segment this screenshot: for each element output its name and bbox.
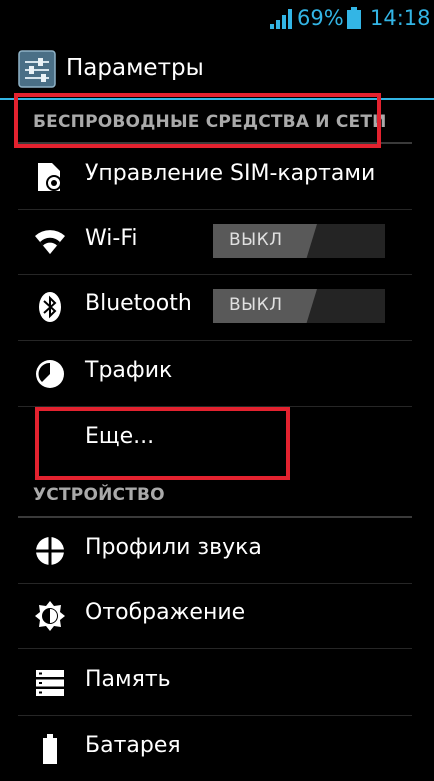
- list-item-sound-profiles[interactable]: Профили звука: [0, 519, 434, 583]
- battery-settings-icon: [43, 734, 57, 764]
- list-item-label: Трафик: [85, 358, 173, 383]
- list-item-display[interactable]: Отображение: [0, 584, 434, 648]
- list-divider: [18, 340, 412, 341]
- sound-profiles-icon: [36, 537, 64, 565]
- bluetooth-toggle[interactable]: ВЫКЛ: [213, 289, 385, 323]
- section-header-device: УСТРОЙСТВО: [33, 485, 165, 505]
- wifi-icon: [35, 230, 65, 254]
- status-bar: 69% 14:18: [0, 0, 434, 36]
- action-bar: Параметры: [0, 36, 434, 100]
- list-item-label: Bluetooth: [85, 291, 192, 316]
- list-item-label: Память: [85, 667, 171, 692]
- toggle-state-label: ВЫКЛ: [229, 230, 283, 250]
- list-item-battery[interactable]: Батарея: [0, 717, 434, 781]
- toggle-state-label: ВЫКЛ: [229, 295, 283, 315]
- page-title: Параметры: [66, 55, 204, 81]
- wifi-toggle[interactable]: ВЫКЛ: [213, 224, 385, 258]
- section-divider: [18, 516, 412, 518]
- list-item-label: Wi-Fi: [85, 226, 138, 251]
- list-item-data-usage[interactable]: Трафик: [0, 342, 434, 406]
- list-divider: [18, 715, 412, 716]
- bluetooth-icon: [39, 292, 61, 322]
- signal-icon: [270, 9, 292, 29]
- list-item-label: Управление SIM-картами: [85, 161, 376, 186]
- list-item-wifi[interactable]: Wi-Fi ВЫКЛ: [0, 210, 434, 274]
- data-usage-icon: [36, 360, 64, 388]
- list-item-label: Профили звука: [85, 535, 262, 560]
- battery-percentage: 69%: [297, 6, 344, 30]
- battery-icon: [347, 7, 361, 29]
- storage-icon: [36, 670, 64, 696]
- list-item-label: Батарея: [85, 733, 181, 758]
- list-item-bluetooth[interactable]: Bluetooth ВЫКЛ: [0, 275, 434, 339]
- list-item-label: Отображение: [85, 600, 246, 625]
- list-item-storage[interactable]: Память: [0, 651, 434, 715]
- settings-app-icon[interactable]: [18, 50, 56, 88]
- list-item-sim-management[interactable]: Управление SIM-картами: [0, 145, 434, 209]
- highlight-box-section-header: [14, 93, 381, 148]
- display-icon: [35, 601, 65, 631]
- highlight-box-more: [35, 407, 290, 480]
- list-divider: [18, 648, 412, 649]
- sim-card-icon: [38, 163, 62, 191]
- status-clock: 14:18: [370, 6, 431, 30]
